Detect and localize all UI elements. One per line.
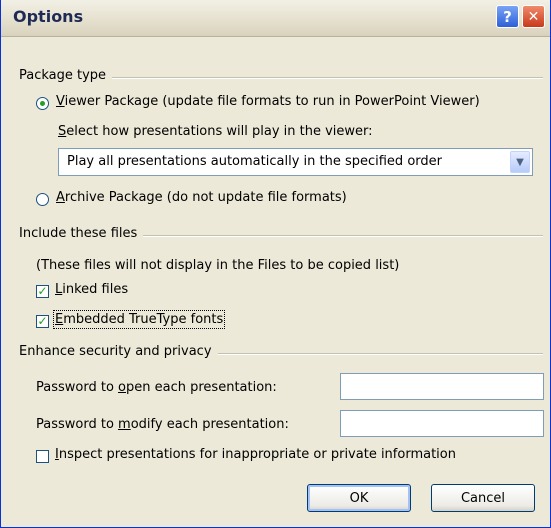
play-mode-select[interactable]: Play all presentations automatically in … bbox=[58, 148, 533, 176]
package-type-heading: Package type bbox=[19, 68, 113, 83]
chevron-down-icon[interactable]: ▼ bbox=[510, 151, 530, 173]
dialog-title: Options bbox=[13, 7, 84, 26]
include-files-note: (These files will not display in the Fil… bbox=[36, 258, 400, 273]
close-button[interactable]: ✕ bbox=[522, 5, 545, 28]
archive-package-label: Archive Package (do not update file form… bbox=[56, 190, 347, 205]
viewer-package-label: Viewer Package (update file formats to r… bbox=[56, 94, 480, 109]
open-password-label: Password to open each presentation: bbox=[36, 380, 277, 395]
include-files-heading: Include these files bbox=[19, 226, 144, 241]
security-heading: Enhance security and privacy bbox=[19, 344, 218, 359]
play-mode-label: Select how presentations will play in th… bbox=[58, 124, 373, 139]
open-password-input[interactable] bbox=[340, 373, 544, 400]
play-mode-value: Play all presentations automatically in … bbox=[67, 154, 442, 169]
inspect-label: Inspect presentations for inappropriate … bbox=[55, 447, 456, 462]
options-dialog: Options ? ✕ Package type Viewer Package … bbox=[0, 0, 551, 528]
linked-files-checkbox[interactable]: ✓ bbox=[36, 285, 49, 298]
modify-password-input[interactable] bbox=[340, 410, 544, 437]
title-bar[interactable]: Options ? ✕ bbox=[1, 0, 550, 37]
modify-password-label: Password to modify each presentation: bbox=[36, 417, 289, 432]
inspect-checkbox[interactable] bbox=[36, 450, 49, 463]
embedded-fonts-checkbox[interactable]: ✓ bbox=[36, 315, 49, 328]
linked-files-label: Linked files bbox=[55, 282, 129, 297]
embedded-fonts-label: Embedded TrueType fonts bbox=[52, 310, 226, 329]
close-icon: ✕ bbox=[527, 8, 540, 25]
archive-package-radio[interactable] bbox=[36, 193, 49, 206]
question-mark-icon: ? bbox=[503, 7, 512, 26]
ok-button[interactable]: OK bbox=[307, 484, 411, 512]
cancel-button[interactable]: Cancel bbox=[431, 484, 535, 512]
viewer-package-radio[interactable] bbox=[36, 97, 49, 110]
help-button[interactable]: ? bbox=[496, 5, 519, 28]
